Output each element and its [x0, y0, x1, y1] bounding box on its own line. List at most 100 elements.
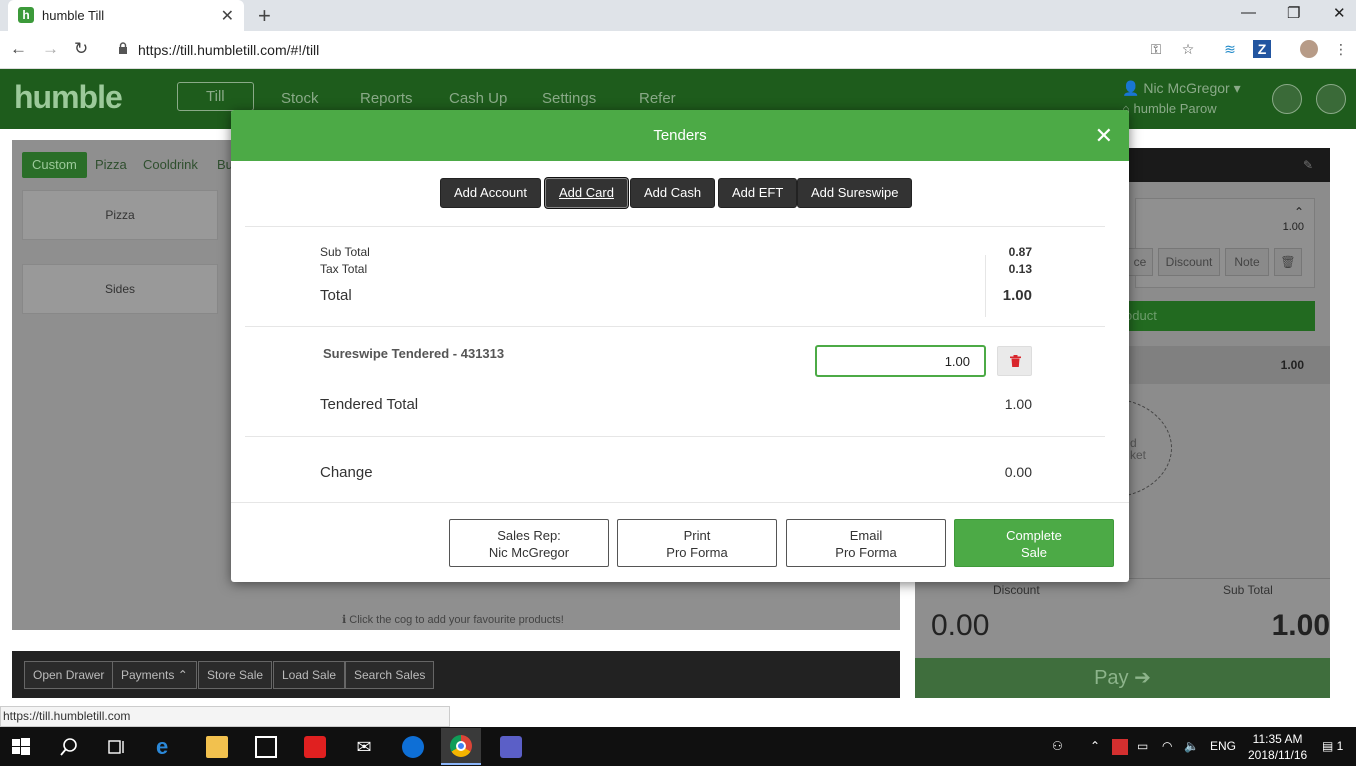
browser-tab[interactable]: h humble Till ✕ — [8, 0, 244, 31]
lock-screen-icon[interactable] — [1316, 84, 1346, 114]
store-icon[interactable] — [255, 736, 277, 758]
store-sale-button[interactable]: Store Sale — [198, 661, 273, 689]
battery-icon[interactable]: ▭ — [1137, 739, 1148, 753]
edge-icon[interactable]: e — [156, 736, 178, 758]
nav-refer[interactable]: Refer — [639, 90, 676, 107]
task-view-icon[interactable] — [106, 736, 128, 758]
url-field[interactable]: https://till.humbletill.com/#!/till — [138, 42, 319, 58]
reload-icon[interactable]: ↻ — [74, 39, 88, 59]
user-name: Nic McGregor — [1143, 80, 1230, 96]
forward-icon[interactable]: → — [42, 39, 59, 59]
tender-amount-input[interactable]: 1.00 — [815, 345, 986, 377]
mail-icon[interactable]: ✉ — [353, 736, 375, 758]
search-icon[interactable] — [58, 736, 80, 758]
teamviewer-icon[interactable] — [402, 736, 424, 758]
delete-line-icon[interactable]: 🗑 — [1274, 248, 1302, 276]
add-sureswipe-button[interactable]: Add Sureswipe — [797, 178, 913, 208]
basket-text-2: ket — [1130, 448, 1147, 462]
remove-tender-button[interactable] — [997, 346, 1032, 376]
basket-subtotal-row: 1.00 — [1115, 346, 1330, 384]
minimize-icon[interactable]: — — [1241, 4, 1256, 21]
wifi-icon[interactable]: ◠ — [1162, 739, 1172, 753]
total-label: Total — [320, 287, 352, 304]
file-explorer-icon[interactable] — [206, 736, 228, 758]
nav-reports[interactable]: Reports — [360, 90, 413, 107]
favourites-hint: ℹ Click the cog to add your favourite pr… — [342, 613, 564, 626]
pay-label: Pay — [1094, 667, 1129, 689]
modal-close-icon[interactable]: ✕ — [1095, 123, 1113, 149]
user-icon: 👤 — [1122, 80, 1140, 96]
email-pro-forma-button[interactable]: Email Pro Forma — [786, 519, 946, 567]
line-qty: 1.00 — [1282, 221, 1304, 233]
category-pizza[interactable]: Pizza — [85, 152, 137, 178]
extension-wing-icon[interactable]: ≋ — [1221, 40, 1239, 58]
tendered-total-label: Tendered Total — [320, 396, 419, 413]
chat-icon[interactable] — [1272, 84, 1302, 114]
address-bar: ← → ↻ https://till.humbletill.com/#!/til… — [0, 31, 1356, 69]
complete-sale-button[interactable]: Complete Sale — [954, 519, 1114, 567]
reader-app-icon[interactable] — [304, 736, 326, 758]
tab-close-icon[interactable]: ✕ — [221, 6, 234, 26]
nav-stock[interactable]: Stock — [281, 90, 319, 107]
notification-count: 1 — [1336, 739, 1344, 753]
back-icon[interactable]: ← — [10, 39, 27, 59]
nav-till[interactable]: Till — [177, 82, 254, 111]
volume-icon[interactable]: 🔈 — [1184, 739, 1199, 753]
clock[interactable]: 11:35 AM 2018/11/16 — [1248, 731, 1307, 763]
pay-button[interactable]: Pay ➔ — [915, 658, 1330, 698]
load-sale-button[interactable]: Load Sale — [273, 661, 346, 689]
sales-rep-button[interactable]: Sales Rep: Nic McGregor — [449, 519, 609, 567]
nav-cash-up[interactable]: Cash Up — [449, 90, 507, 107]
product-tile-sides[interactable]: Sides — [22, 264, 218, 314]
line-total: 1.00 — [1280, 358, 1304, 372]
profile-avatar[interactable] — [1300, 40, 1318, 58]
language-indicator[interactable]: ENG — [1210, 739, 1236, 753]
people-icon[interactable]: ⚇ — [1052, 739, 1063, 753]
add-account-button[interactable]: Add Account — [440, 178, 541, 208]
store-name: humble Parow — [1133, 101, 1217, 116]
star-icon[interactable]: ☆ — [1179, 40, 1197, 58]
category-cooldrink[interactable]: Cooldrink — [133, 152, 208, 178]
chevron-up-icon[interactable]: ⌃ — [1294, 205, 1304, 219]
new-tab-icon[interactable]: + — [258, 3, 271, 29]
category-custom[interactable]: Custom — [22, 152, 87, 178]
chrome-taskbar-button[interactable] — [441, 728, 481, 765]
show-hidden-icons-chevron-icon[interactable]: ⌃ — [1090, 739, 1100, 753]
chevron-circle-right-icon: ➔ — [1134, 667, 1151, 689]
sales-rep-name: Nic McGregor — [488, 545, 570, 560]
print-pro-forma-button[interactable]: Print Pro Forma — [617, 519, 777, 567]
browser-menu-icon[interactable]: ⋮ — [1332, 40, 1350, 58]
restore-icon[interactable]: ❐ — [1287, 4, 1300, 22]
edit-icon[interactable]: ✎ — [1303, 158, 1313, 172]
extension-z-icon[interactable]: Z — [1253, 40, 1271, 58]
windows-taskbar: e ✉ ⚇ ⌃ ▭ ◠ 🔈 ENG 11:35 AM 2018/11/16 ▤ … — [0, 727, 1356, 766]
totals-box: Discount Sub Total 0.00 1.00 — [915, 578, 1330, 658]
open-drawer-button[interactable]: Open Drawer — [24, 661, 114, 689]
note-button[interactable]: Note — [1225, 248, 1269, 276]
payments-button[interactable]: Payments ⌃ — [112, 661, 197, 689]
nav-settings[interactable]: Settings — [542, 90, 596, 107]
clock-date: 2018/11/16 — [1248, 748, 1308, 762]
search-sales-button[interactable]: Search Sales — [345, 661, 435, 689]
add-product-button[interactable]: oduct — [1115, 301, 1315, 331]
tender-line-label: Sureswipe Tendered - 431313 — [323, 346, 505, 361]
chevron-up-icon: ⌃ — [177, 668, 188, 682]
window-close-icon[interactable]: ✕ — [1333, 4, 1346, 22]
product-tile-pizza[interactable]: Pizza — [22, 190, 218, 240]
tray-app-icon[interactable] — [1112, 739, 1128, 755]
add-card-button[interactable]: Add Card — [545, 178, 628, 208]
print-label: Print — [683, 528, 711, 543]
modal-header: Tenders ✕ — [231, 110, 1129, 161]
key-icon[interactable]: ⚿ — [1147, 40, 1165, 58]
user-menu[interactable]: 👤 Nic McGregor ▾ ⌂ humble Parow — [1122, 80, 1241, 116]
totals-divider — [985, 255, 986, 317]
price-button[interactable]: ce — [1127, 248, 1153, 276]
action-center-icon[interactable]: ▤ 1 — [1322, 739, 1343, 753]
lock-icon — [119, 42, 127, 54]
teams-icon[interactable] — [500, 736, 522, 758]
windows-start-icon[interactable] — [10, 736, 32, 758]
add-eft-button[interactable]: Add EFT — [718, 178, 798, 208]
tendered-total-value: 1.00 — [1004, 396, 1032, 412]
add-cash-button[interactable]: Add Cash — [630, 178, 716, 208]
discount-button[interactable]: Discount — [1158, 248, 1220, 276]
